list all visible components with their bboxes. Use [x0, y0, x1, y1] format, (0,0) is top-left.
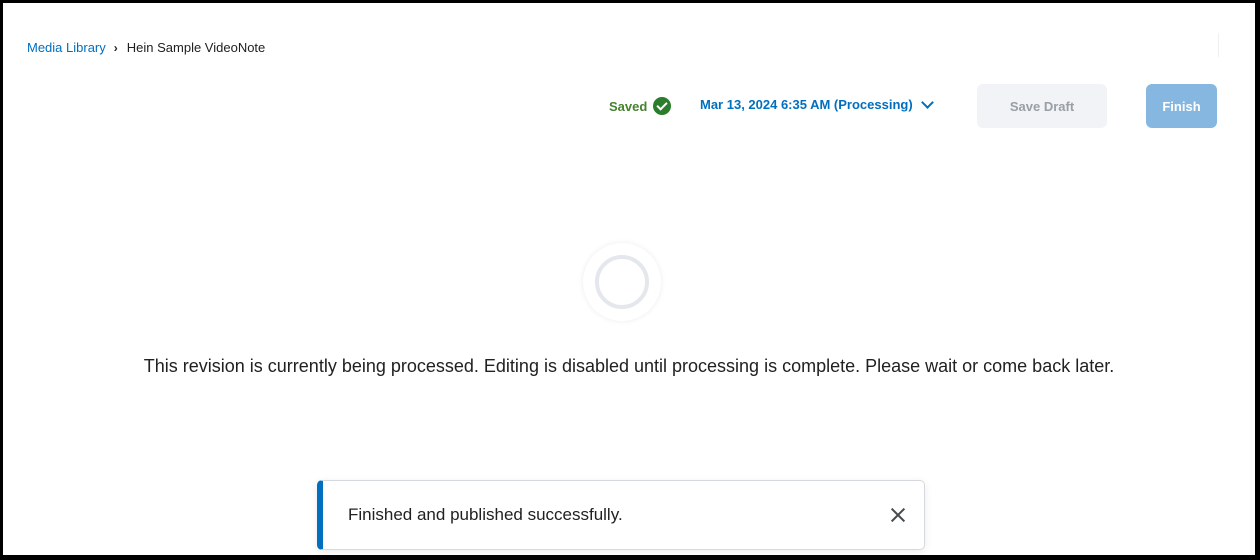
toast-message: Finished and published successfully.	[348, 505, 623, 524]
breadcrumb: Media Library › Hein Sample VideoNote	[27, 40, 265, 55]
close-icon[interactable]	[890, 507, 906, 523]
divider	[1218, 33, 1219, 57]
toast-notification: Finished and published successfully.	[317, 480, 925, 550]
spinner-ring-icon	[595, 255, 649, 309]
save-draft-button[interactable]: Save Draft	[977, 84, 1107, 128]
saved-status: Saved	[609, 97, 672, 115]
breadcrumb-separator-icon: ›	[113, 40, 118, 55]
processing-message: This revision is currently being process…	[143, 356, 1115, 376]
page: Media Library › Hein Sample VideoNote Sa…	[3, 3, 1255, 555]
check-circle-icon	[653, 97, 672, 115]
breadcrumb-media-library-link[interactable]: Media Library	[27, 40, 106, 55]
revision-label: Mar 13, 2024 6:35 AM (Processing)	[700, 97, 913, 112]
saved-label: Saved	[609, 98, 648, 114]
revision-dropdown[interactable]: Mar 13, 2024 6:35 AM (Processing)	[700, 96, 934, 112]
finish-button[interactable]: Finish	[1146, 84, 1217, 128]
chevron-down-icon	[920, 96, 934, 109]
toolbar: Saved Mar 13, 2024 6:35 AM (Processing) …	[3, 84, 1255, 128]
breadcrumb-current: Hein Sample VideoNote	[126, 40, 266, 55]
loading-spinner	[583, 243, 661, 321]
